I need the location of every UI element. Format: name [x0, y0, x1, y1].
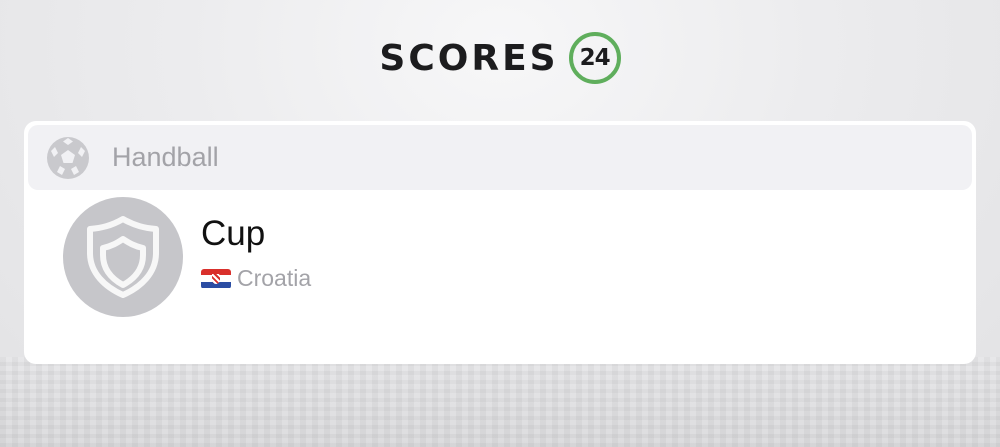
sport-label: Handball — [112, 142, 219, 172]
tournament-row[interactable]: Cup Croatia — [63, 197, 311, 317]
tournament-country: Croatia — [201, 265, 311, 292]
country-name: Croatia — [237, 265, 312, 291]
tournament-card: Handball Cup Croatia — [24, 121, 976, 364]
tournament-name: Cup — [201, 214, 266, 253]
site-logo[interactable]: SCORES 24 — [0, 32, 1000, 84]
stadium-stands — [0, 357, 1000, 447]
handball-icon — [46, 136, 90, 180]
logo-badge: 24 — [568, 32, 621, 84]
tournament-info: Cup Croatia — [201, 216, 311, 292]
shield-icon — [63, 197, 183, 317]
croatia-flag-icon — [201, 268, 231, 289]
sport-header[interactable]: Handball — [28, 125, 972, 190]
logo-wordmark: SCORES — [379, 37, 559, 79]
